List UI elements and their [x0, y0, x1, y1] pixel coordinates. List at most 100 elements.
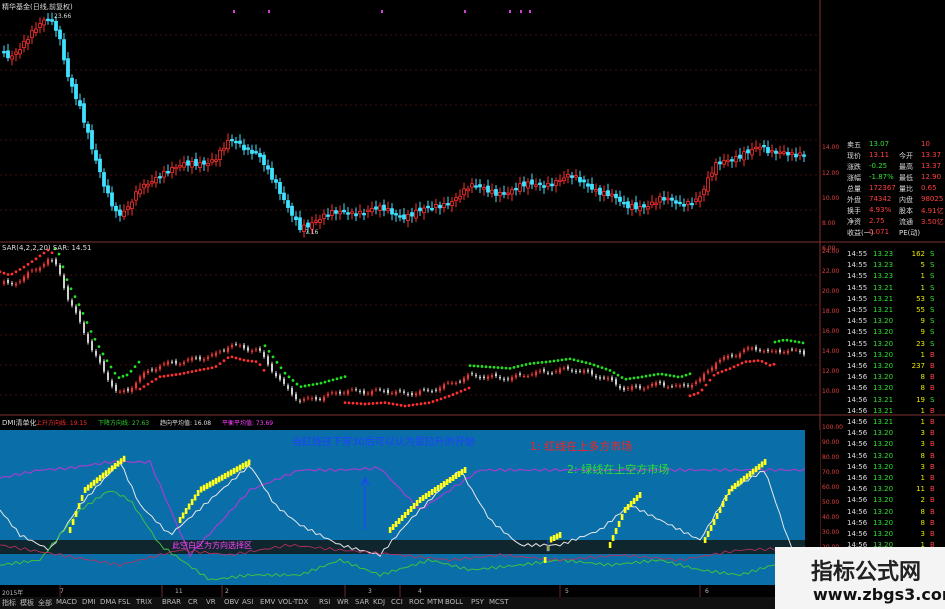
sar-candle-body [367, 393, 369, 395]
tick-volume: 8 [920, 518, 925, 527]
indicator-yellow-bar [635, 495, 639, 501]
indicator-tab[interactable]: FSL [118, 598, 130, 606]
signal-marker [529, 10, 531, 13]
candle-body [186, 160, 190, 166]
indicator-tab[interactable]: CR [188, 598, 198, 606]
indicator-yellow-bar [742, 475, 746, 482]
candle-body [750, 148, 754, 156]
quote-row: 卖五 13.07 10 [815, 140, 945, 151]
sar-candle-body [215, 352, 217, 356]
indicator-tab[interactable]: EMV [260, 598, 275, 606]
indicator-tab[interactable]: OBV [224, 598, 239, 606]
quote-row: 总量 172367 量比 0.65 [815, 184, 945, 195]
sar-candle-body [723, 356, 725, 360]
candle-body [294, 216, 298, 221]
indicator-tab[interactable]: TRIX [136, 598, 152, 606]
indicator-tab[interactable]: BOLL [445, 598, 463, 606]
sar-candle-body [115, 384, 117, 391]
sar-candle-body [379, 389, 381, 391]
tick-price: 13.20 [873, 474, 894, 482]
candle-body [118, 209, 122, 216]
candle-body [454, 197, 458, 202]
indicator-tab[interactable]: VR [206, 598, 216, 606]
tick-side: B [930, 507, 935, 516]
tick-price: 13.21 [873, 306, 894, 314]
sar-candle-body [343, 392, 345, 394]
indicator-tab[interactable]: 全部 [38, 598, 52, 608]
tick-row: 14:56 13.20 237 B [815, 362, 945, 373]
sar-candle-body [747, 347, 749, 350]
sar-dot [768, 363, 772, 367]
indicator-yellow-bar [110, 465, 114, 472]
candle-body [446, 203, 450, 206]
tick-volume: 8 [920, 384, 925, 393]
indicator-tab[interactable]: BRAR [162, 598, 181, 606]
indicator-tab[interactable]: DMI [82, 598, 96, 606]
indicator-tab[interactable]: 指标 [2, 598, 16, 608]
indicator-tab[interactable]: RSI [319, 598, 330, 606]
quote-row: 现价 13.11 今开 13.37 [815, 151, 945, 162]
indicator-yellow-bar [107, 467, 111, 474]
sar-candle-body [527, 376, 529, 378]
indicator-tab[interactable]: ROC [409, 598, 424, 606]
quote-label: 净资 [847, 218, 861, 226]
indicator-tab[interactable]: ASI [242, 598, 253, 606]
indicator-tab[interactable]: WR [337, 598, 349, 606]
candle-body [58, 29, 62, 40]
sar-dot [311, 383, 315, 386]
sar-dot [680, 375, 684, 378]
quote-label: 涨跌 [847, 163, 861, 171]
sar-candle-body [475, 374, 477, 377]
tick-time: 14:56 [847, 362, 868, 370]
candle-body [802, 154, 806, 157]
tick-side: B [930, 406, 935, 415]
tick-time: 14:56 [847, 518, 868, 527]
tick-price: 13.20 [873, 530, 894, 538]
sar-candle-body [371, 391, 373, 395]
sar-dot [97, 345, 101, 349]
indicator-tab[interactable]: PSY [471, 598, 484, 606]
indicator-tab[interactable]: MTM [427, 598, 443, 606]
sar-candle-body [3, 281, 5, 284]
indicator-tab[interactable]: 模板 [20, 598, 34, 608]
indicator-tab[interactable]: MACD [56, 598, 77, 606]
tick-price: 13.20 [873, 496, 894, 505]
tick-row: 14:56 13.20 3 B [815, 530, 945, 541]
tick-time: 14:56 [847, 395, 868, 404]
indicator-yellow-bar [451, 475, 455, 481]
quote-extra-value: 0.65 [921, 184, 937, 192]
indicator-tab[interactable]: CCI [391, 598, 403, 606]
indicator-tab[interactable]: MCST [489, 598, 509, 606]
indicator-tab[interactable]: SAR [355, 598, 369, 606]
candle-body [650, 201, 654, 206]
candle-body [250, 149, 254, 154]
candle-body [598, 187, 602, 195]
tick-time: 14:55 [847, 261, 868, 270]
sar-candle-body [143, 372, 145, 378]
sar-dot [756, 359, 760, 363]
indicator-tab[interactable]: KDJ [373, 598, 385, 606]
sar-dot [113, 371, 117, 375]
sar-candle-body [91, 341, 93, 351]
sar-candle-body [731, 354, 733, 357]
annotation-red-cross-30: 当红线往下穿30后可以认为是拉升的开始 [292, 437, 475, 448]
quote-row: 涨跌 -0.25 最高 13.37 [815, 162, 945, 173]
sar-dot [375, 401, 379, 405]
chart-canvas[interactable] [0, 0, 945, 609]
sar-dot [512, 366, 516, 369]
candle-body [782, 151, 786, 154]
candle-body [438, 204, 442, 209]
sar-dot [548, 360, 552, 363]
sar-candle-body [147, 370, 149, 373]
indicator-tab[interactable]: DMA [100, 598, 116, 606]
quote-value: 4.93% [869, 206, 892, 214]
candle-body [370, 208, 374, 213]
indicator-tab[interactable]: VOL-TDX [278, 598, 308, 606]
candle-body [206, 162, 210, 167]
candle-body [146, 183, 150, 187]
sar-candle-body [111, 380, 113, 387]
indicator-yellow-bar [754, 466, 758, 473]
indicator-yellow-bar [92, 479, 96, 486]
tick-side: S [930, 395, 935, 404]
candle-body [398, 215, 402, 218]
